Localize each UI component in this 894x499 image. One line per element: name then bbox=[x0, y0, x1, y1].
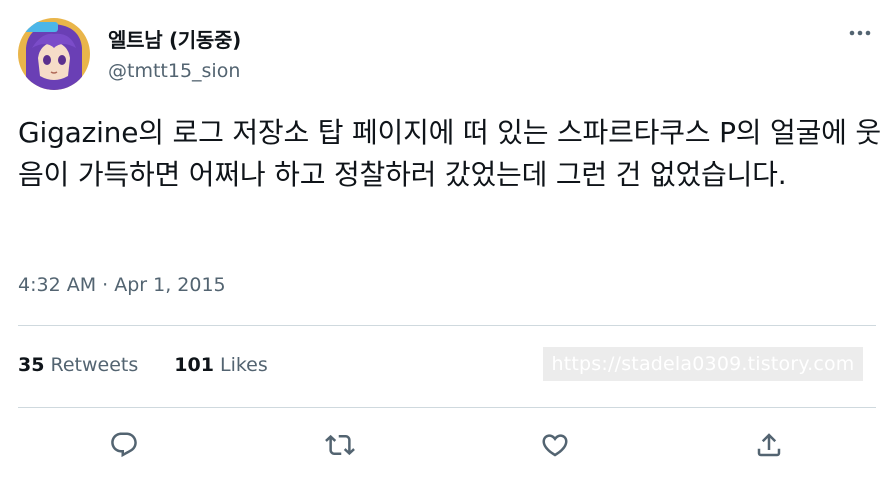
like-icon bbox=[542, 434, 568, 457]
likes-stat[interactable]: 101 Likes bbox=[174, 354, 268, 376]
like-button[interactable] bbox=[538, 428, 572, 462]
more-options-icon bbox=[849, 30, 871, 36]
display-name[interactable]: 엘트남 (기동중) bbox=[108, 24, 241, 53]
likes-count: 101 bbox=[174, 354, 214, 376]
retweet-icon bbox=[325, 434, 355, 456]
retweet-button[interactable] bbox=[323, 428, 357, 462]
tweet-text: Gigazine의 로그 저장소 탑 페이지에 떠 있는 스파르타쿠스 P의 얼… bbox=[18, 116, 881, 191]
reply-icon bbox=[111, 432, 137, 458]
divider bbox=[18, 407, 876, 408]
retweets-label: Retweets bbox=[50, 354, 139, 376]
share-icon bbox=[757, 433, 781, 457]
retweets-count: 35 bbox=[18, 354, 45, 376]
tweet-stats: 35 Retweets 101 Likes bbox=[18, 354, 268, 376]
likes-label: Likes bbox=[219, 354, 268, 376]
user-handle[interactable]: @tmtt15_sion bbox=[108, 60, 240, 82]
divider bbox=[18, 325, 876, 326]
share-button[interactable] bbox=[752, 428, 786, 462]
retweets-stat[interactable]: 35 Retweets bbox=[18, 354, 138, 376]
avatar-image bbox=[18, 18, 90, 90]
tweet-timestamp[interactable]: 4:32 AM · Apr 1, 2015 bbox=[18, 274, 226, 296]
watermark: https://stadela0309.tistory.com bbox=[543, 347, 863, 381]
reply-button[interactable] bbox=[107, 428, 141, 462]
more-options-button[interactable] bbox=[842, 20, 878, 46]
avatar[interactable] bbox=[18, 18, 90, 90]
